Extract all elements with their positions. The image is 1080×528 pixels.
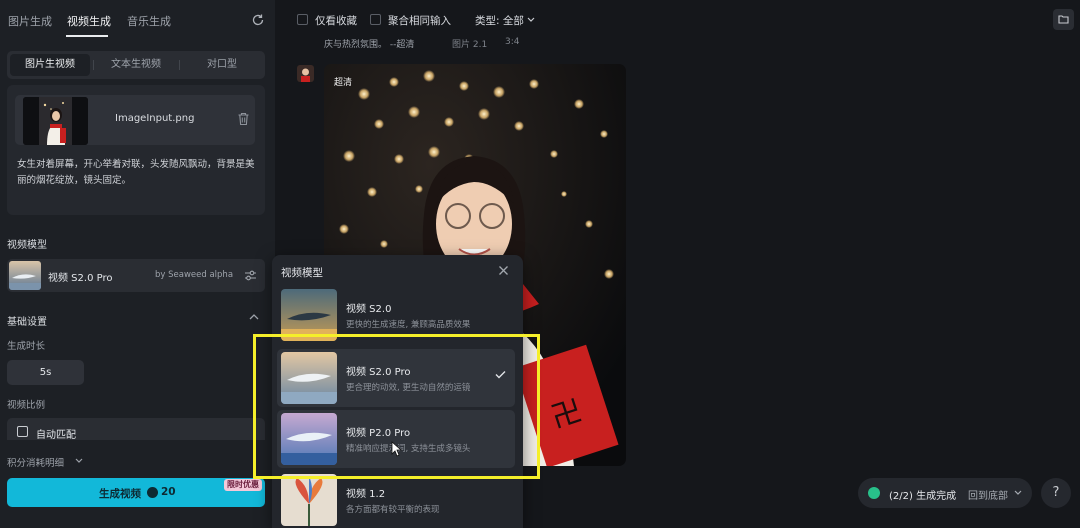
model-section-label: 视频模型 [7,240,47,251]
tab-image-gen[interactable]: 图片生成 [8,13,52,29]
merge-checkbox[interactable] [370,14,381,25]
model-option-thumbnail [281,474,337,526]
popup-title: 视频模型 [281,267,323,279]
tab-text-to-video[interactable]: 文本生视频 [96,54,176,76]
help-button[interactable]: ? [1041,478,1071,508]
model-name: 视频 S2.0 Pro [48,273,113,284]
caption-aspect: 3:4 [505,37,520,47]
trash-icon[interactable] [237,112,250,126]
chevron-down-icon[interactable] [527,17,535,23]
mouse-cursor-icon [391,441,403,457]
highlight-annotation [253,334,540,479]
uploaded-file: ImageInput.png [15,95,255,145]
chevron-down-icon[interactable] [75,458,83,464]
credit-count: 20 [161,486,176,498]
back-to-bottom-button[interactable]: 回到底部 [968,487,1008,502]
model-thumbnail [9,261,41,290]
collapse-chevron-icon[interactable] [249,313,259,321]
status-text: (2/2) 生成完成 [889,491,957,502]
duration-label: 生成时长 [7,341,46,352]
close-icon[interactable] [498,265,509,276]
merge-label[interactable]: 聚合相同输入 [388,13,451,28]
type-filter[interactable]: 类型: 全部 [475,13,524,28]
model-selector[interactable]: 视频 S2.0 Pro by Seaweed alpha [7,259,265,292]
left-panel: 图片生成 视频生成 音乐生成 图片生视频 文本生视频 对口型 ImageInpu… [0,0,275,528]
tab-video-gen[interactable]: 视频生成 [67,13,111,29]
caption-model: 图片 2.1 [452,40,488,50]
refresh-icon[interactable] [251,13,265,27]
model-option-desc: 更快的生成速度, 兼顾高品质效果 [346,320,471,330]
model-option-name: 视频 1.2 [346,489,386,500]
folder-icon [1058,15,1069,24]
active-tab-indicator [66,35,108,37]
prompt-caption: 庆与热烈氛围。 --超清 [324,40,415,50]
fav-only-label[interactable]: 仅看收藏 [315,13,357,28]
avatar [297,65,314,82]
prompt-text[interactable]: 女生对着屏幕，开心举着对联，头发随风飘动，背景是美丽的烟花绽放，镜头固定。 [17,157,257,189]
tab-music-gen[interactable]: 音乐生成 [127,13,171,29]
credit-cost-details[interactable]: 积分消耗明细 [7,455,64,469]
fav-only-checkbox[interactable] [297,14,308,25]
model-option-1-2[interactable]: 视频 1.2 各方面都有较平衡的表现 [277,471,515,528]
ratio-value: 自动匹配 [36,430,76,440]
ratio-label: 视频比例 [7,400,46,411]
generation-status: (2/2) 生成完成 回到底部 [858,478,1032,508]
divider [179,60,180,70]
aspect-ratio-icon [17,426,28,437]
folder-button[interactable] [1053,9,1074,30]
tab-image-to-video[interactable]: 图片生视频 [10,54,90,76]
model-option-desc: 各方面都有较平衡的表现 [346,505,440,515]
chevron-down-icon[interactable] [1014,490,1022,496]
ratio-selector[interactable]: 自动匹配 [7,418,265,440]
model-option-name: 视频 S2.0 [346,304,392,315]
generate-label: 生成视频 [99,488,141,500]
credit-icon [147,487,158,498]
prompt-box[interactable]: ImageInput.png 女生对着屏幕，开心举着对联，头发随风飘动，背景是美… [7,85,265,215]
divider [93,60,94,70]
duration-option-5s[interactable]: 5s [7,360,84,385]
promo-badge: 限时优惠 [224,479,262,491]
basic-settings-label: 基础设置 [7,317,47,328]
success-icon [868,487,880,499]
mode-tabs: 图片生成 视频生成 音乐生成 [0,0,275,40]
model-provider: by Seaweed alpha [155,270,234,280]
input-type-tabs: 图片生视频 文本生视频 对口型 [7,51,265,79]
file-name: ImageInput.png [115,113,195,124]
uploaded-image-thumbnail[interactable] [23,97,88,145]
quality-tag: 超清 [334,78,353,88]
settings-sliders-icon[interactable] [244,269,257,282]
tab-lip-sync[interactable]: 对口型 [182,54,262,76]
